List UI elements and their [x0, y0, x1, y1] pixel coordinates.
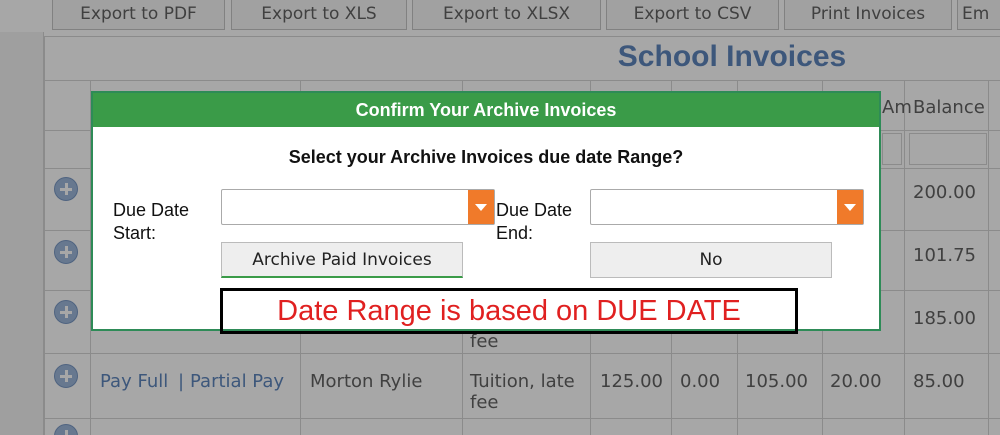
archive-confirm-dialog: Confirm Your Archive Invoices Select you… — [91, 91, 881, 334]
date-range-note: Date Range is based on DUE DATE — [220, 288, 798, 334]
chevron-down-icon[interactable] — [837, 190, 863, 224]
due-date-end-label: Due Date End: — [496, 200, 573, 243]
due-date-start-select[interactable] — [221, 189, 495, 225]
chevron-down-icon[interactable] — [468, 190, 494, 224]
due-date-end-select[interactable] — [590, 189, 864, 225]
dialog-title: Confirm Your Archive Invoices — [93, 93, 879, 127]
dialog-question: Select your Archive Invoices due date Ra… — [288, 147, 684, 167]
archive-paid-invoices-button[interactable]: Archive Paid Invoices — [221, 242, 463, 278]
no-button[interactable]: No — [590, 242, 832, 278]
due-date-start-label: Due Date Start: — [113, 200, 190, 243]
